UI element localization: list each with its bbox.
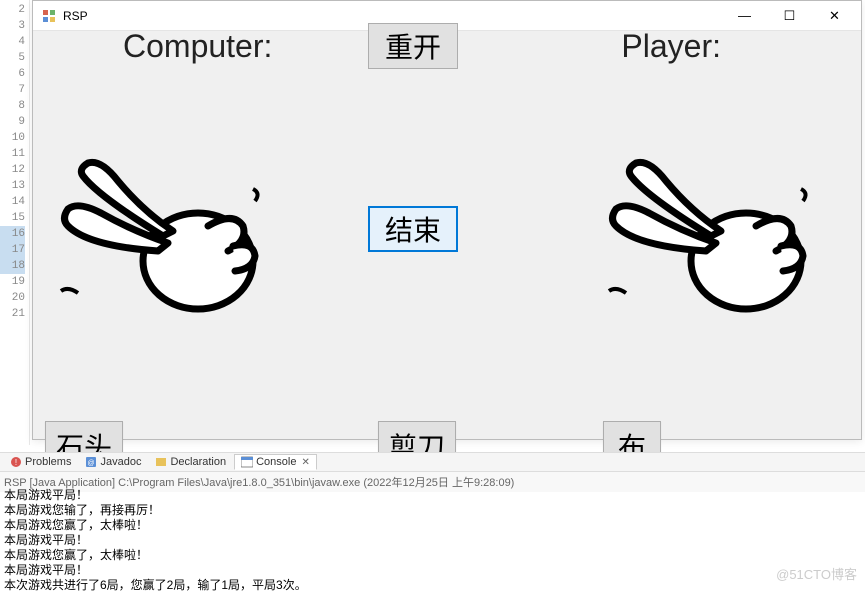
line-number: 17 (0, 242, 25, 258)
line-number: 20 (0, 290, 25, 306)
line-number: 16 (0, 226, 25, 242)
game-window: RSP — ☐ ✕ Computer: 重开 Player: (32, 0, 862, 440)
close-button[interactable]: ✕ (812, 2, 857, 30)
line-number: 12 (0, 162, 25, 178)
javadoc-icon: @ (85, 456, 97, 468)
java-app-icon (41, 8, 57, 24)
line-number: 11 (0, 146, 25, 162)
line-number: 15 (0, 210, 25, 226)
tab-declaration[interactable]: Declaration (149, 455, 232, 469)
console-line: 本局游戏平局！ (4, 488, 861, 503)
console-line: 本局游戏平局！ (4, 563, 861, 578)
watermark: @51CTO博客 (776, 564, 857, 583)
console-icon (241, 456, 253, 468)
tab-javadoc[interactable]: @ Javadoc (79, 455, 147, 469)
tab-label: Declaration (170, 456, 226, 468)
console-line: 本局游戏您输了，再接再厉！ (4, 503, 861, 518)
line-number: 10 (0, 130, 25, 146)
console-line: 本局游戏平局！ (4, 533, 861, 548)
svg-text:@: @ (88, 460, 95, 467)
window-title: RSP (63, 9, 722, 23)
restart-button[interactable]: 重开 (368, 23, 458, 69)
line-number: 18 (0, 258, 25, 274)
console-line: 本局游戏您赢了，太棒啦！ (4, 518, 861, 533)
line-number: 6 (0, 66, 25, 82)
maximize-button[interactable]: ☐ (767, 2, 812, 30)
computer-gesture-scissors-icon (43, 151, 293, 321)
line-number: 3 (0, 18, 25, 34)
problems-icon: ! (10, 456, 22, 468)
console-line: 本次游戏共进行了6局，您赢了2局，输了1局，平局3次。 (4, 578, 861, 593)
tab-problems[interactable]: ! Problems (4, 455, 77, 469)
console-line: 本局游戏您赢了，太棒啦！ (4, 548, 861, 563)
declaration-icon (155, 456, 167, 468)
line-number: 14 (0, 194, 25, 210)
tab-label: Problems (25, 456, 71, 468)
player-score-label: Player: (621, 28, 721, 65)
player-gesture-scissors-icon (591, 151, 841, 321)
svg-text:!: ! (15, 458, 17, 467)
tab-label: Javadoc (100, 456, 141, 468)
line-number: 8 (0, 98, 25, 114)
window-controls: — ☐ ✕ (722, 2, 857, 30)
line-number: 5 (0, 50, 25, 66)
line-number: 2 (0, 2, 25, 18)
console-output: 本局游戏平局！本局游戏您输了，再接再厉！本局游戏您赢了，太棒啦！本局游戏平局！本… (0, 488, 865, 593)
line-number: 13 (0, 178, 25, 194)
views-tab-bar: ! Problems @ Javadoc Declaration Console… (0, 452, 865, 472)
editor-line-gutter: 23456789101112131415161718192021 (0, 0, 30, 445)
end-button[interactable]: 结束 (368, 206, 458, 252)
computer-score-label: Computer: (123, 28, 272, 65)
tab-console[interactable]: Console ✕ (234, 454, 317, 470)
line-number: 9 (0, 114, 25, 130)
line-number: 7 (0, 82, 25, 98)
minimize-button[interactable]: — (722, 2, 767, 30)
line-number: 4 (0, 34, 25, 50)
tab-label: Console (256, 456, 296, 468)
tab-close-icon[interactable]: ✕ (301, 457, 309, 468)
line-number: 19 (0, 274, 25, 290)
game-body: Computer: 重开 Player: (33, 31, 861, 439)
line-number: 21 (0, 306, 25, 322)
